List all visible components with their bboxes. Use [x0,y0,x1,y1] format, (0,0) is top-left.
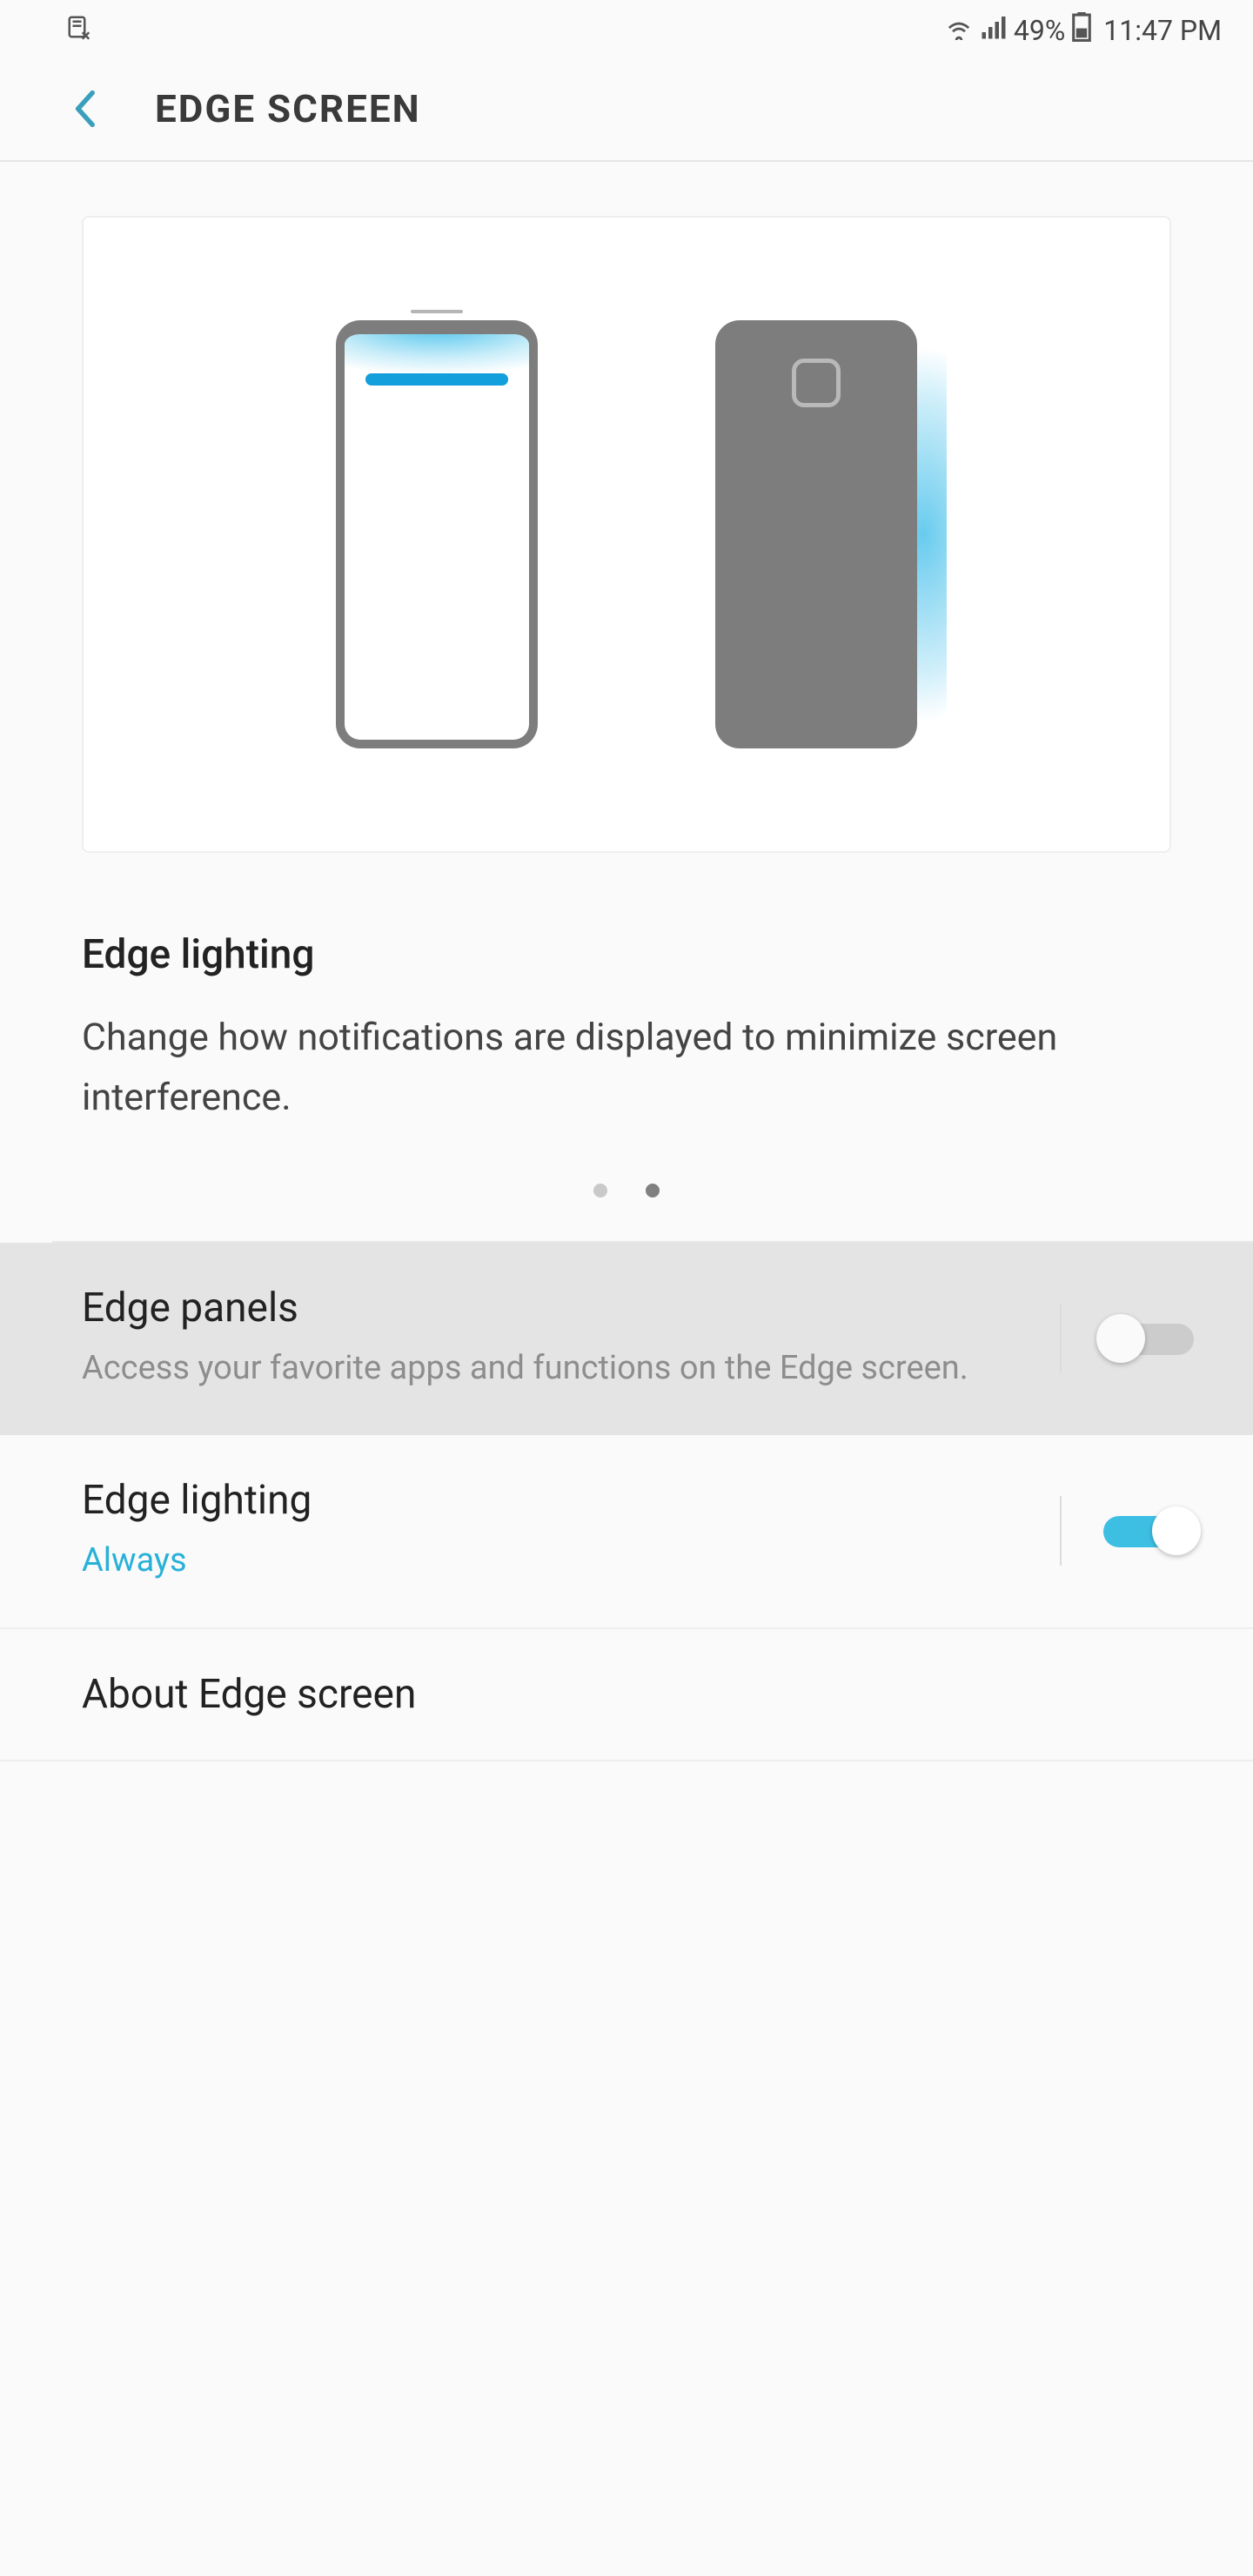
phone-back-illustration [715,320,917,748]
status-bar: 49% 11:47 PM [0,0,1253,57]
settings-list: Edge panels Access your favorite apps an… [0,1243,1253,1761]
divider [1060,1304,1062,1373]
cellular-icon [981,14,1007,47]
clock-text: 11:47 PM [1103,14,1222,47]
edge-lighting-subtitle: Always [82,1536,1034,1586]
preview-title: Edge lighting [82,931,1171,978]
page-title: EDGE SCREEN [155,86,421,131]
edge-lighting-title: Edge lighting [82,1477,1034,1524]
edge-panels-toggle[interactable] [1096,1314,1201,1363]
edge-lighting-row[interactable]: Edge lighting Always [0,1435,1253,1629]
preview-description: Change how notifications are displayed t… [82,1008,1171,1128]
battery-pct-text: 49% [1014,14,1065,47]
phone-front-illustration [336,320,538,748]
back-chevron-icon [72,90,97,128]
edge-lighting-toggle[interactable] [1096,1506,1201,1555]
page-indicator[interactable] [0,1184,1253,1197]
about-title: About Edge screen [82,1671,1201,1718]
edge-panels-title: Edge panels [82,1285,1034,1332]
pager-dot [593,1184,607,1197]
edge-panels-row[interactable]: Edge panels Access your favorite apps an… [0,1243,1253,1435]
preview-card[interactable] [82,216,1171,853]
divider [1060,1496,1062,1566]
battery-icon [1072,12,1091,49]
edge-panels-subtitle: Access your favorite apps and functions … [82,1344,1034,1393]
about-row[interactable]: About Edge screen [0,1629,1253,1761]
wifi-icon [944,14,974,47]
app-header: EDGE SCREEN [0,57,1253,162]
nr-app-icon [66,14,92,47]
back-button[interactable] [63,87,106,131]
pager-dot [646,1184,660,1197]
